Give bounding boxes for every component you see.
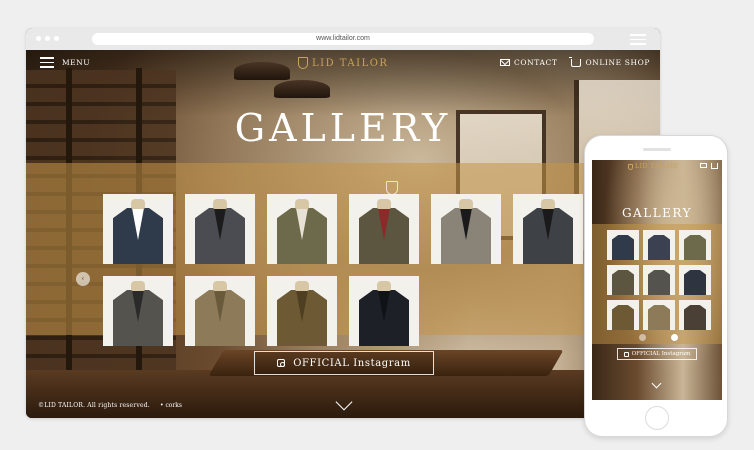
phone-nav: LID TAILOR <box>592 160 722 174</box>
browser-chrome: www.lidtailor.com <box>26 28 660 50</box>
pendant-lamp <box>274 80 330 98</box>
phone-instagram-button[interactable]: OFFICIAL Instagram <box>617 348 697 360</box>
gallery-thumbnail[interactable] <box>103 194 173 264</box>
window-dot-icon <box>54 36 59 41</box>
phone-prev-dot-icon[interactable] <box>639 334 646 341</box>
jacket-shape <box>684 270 706 295</box>
mannequin-head <box>541 199 555 209</box>
window-dots <box>36 36 59 41</box>
phone-logo[interactable]: LID TAILOR <box>628 163 678 170</box>
menu-button[interactable]: MENU <box>40 57 90 68</box>
phone-gallery-thumbnail[interactable] <box>643 265 675 295</box>
mannequin-head <box>213 199 227 209</box>
phone-logo-text: LID TAILOR <box>635 163 678 170</box>
copyright-text: ©LID TAILOR. All rights reserved. <box>38 402 150 409</box>
phone-screen: LID TAILOR GALLERY OFFICIAL Instagram <box>592 160 722 400</box>
gallery-thumbnail[interactable] <box>267 276 337 346</box>
mail-icon <box>500 59 511 66</box>
site-logo[interactable]: LID TAILOR <box>298 57 388 69</box>
shield-watermark-icon <box>386 181 398 195</box>
contact-link[interactable]: CONTACT <box>500 58 557 67</box>
top-nav: MENU LID TAILOR CONTACT ONLINE SHOP <box>26 50 660 78</box>
mannequin-head <box>295 281 309 291</box>
hamburger-icon <box>40 57 54 68</box>
jacket-shape <box>684 235 706 260</box>
page-viewport: MENU LID TAILOR CONTACT ONLINE SHOP GALL… <box>26 50 660 418</box>
jacket-shape <box>684 305 706 330</box>
menu-label: MENU <box>62 57 91 67</box>
contact-label: CONTACT <box>514 58 558 67</box>
gallery-grid <box>103 194 583 346</box>
mannequin-head <box>131 281 145 291</box>
logo-text: LID TAILOR <box>312 57 389 69</box>
shield-logo-icon <box>298 57 308 69</box>
phone-gallery-thumbnail[interactable] <box>607 230 639 260</box>
gallery-prev-arrow-icon[interactable]: ‹ <box>76 272 90 286</box>
phone-gallery-thumbnail[interactable] <box>679 230 711 260</box>
phone-page-title: GALLERY <box>621 206 693 220</box>
phone-gallery-thumbnail[interactable] <box>679 300 711 330</box>
phone-home-button[interactable] <box>645 406 669 430</box>
mannequin-head <box>213 281 227 291</box>
browser-menu-icon[interactable] <box>630 34 646 48</box>
instagram-icon <box>623 351 629 357</box>
cart-icon <box>569 56 582 67</box>
scroll-down-chevron-icon[interactable] <box>651 378 662 389</box>
phone-nav-icons <box>700 163 718 169</box>
gallery-thumbnail[interactable] <box>185 194 255 264</box>
gallery-thumbnail[interactable] <box>185 276 255 346</box>
gallery-thumbnail[interactable] <box>103 276 173 346</box>
jacket-shape <box>648 235 670 260</box>
phone-next-dot-icon[interactable] <box>671 334 678 341</box>
mannequin-head <box>377 281 391 291</box>
gallery-thumbnail[interactable] <box>349 276 419 346</box>
jacket-shape <box>612 270 634 295</box>
desktop-browser-mockup: www.lidtailor.com MENU LID TAILOR CONTAC… <box>26 28 660 418</box>
phone-gallery-thumbnail[interactable] <box>679 265 711 295</box>
phone-gallery-grid <box>607 230 711 330</box>
window-dot-icon <box>45 36 50 41</box>
jacket-shape <box>612 305 634 330</box>
address-bar[interactable]: www.lidtailor.com <box>92 33 594 45</box>
mannequin-head <box>377 199 391 209</box>
jacket-shape <box>648 270 670 295</box>
phone-gallery-thumbnail[interactable] <box>607 265 639 295</box>
page-title: GALLERY <box>234 106 452 150</box>
jacket-shape <box>612 235 634 260</box>
mannequin-head <box>295 199 309 209</box>
credit-text: • corks <box>160 402 183 409</box>
instagram-button[interactable]: OFFICIAL Instagram <box>254 351 434 375</box>
online-shop-link[interactable]: ONLINE SHOP <box>569 56 650 67</box>
phone-instagram-label: OFFICIAL Instagram <box>631 351 691 357</box>
gallery-thumbnail[interactable] <box>349 194 419 264</box>
mannequin-head <box>131 199 145 209</box>
mail-icon[interactable] <box>700 163 707 168</box>
instagram-icon <box>277 359 286 367</box>
phone-speaker <box>643 148 671 151</box>
phone-gallery-thumbnail[interactable] <box>643 300 675 330</box>
gallery-thumbnail[interactable] <box>267 194 337 264</box>
phone-gallery-thumbnail[interactable] <box>607 300 639 330</box>
gallery-thumbnail[interactable] <box>513 194 583 264</box>
phone-mockup: LID TAILOR GALLERY OFFICIAL Instagram <box>584 135 728 437</box>
window-dot-icon <box>36 36 41 41</box>
cart-icon[interactable] <box>711 163 718 169</box>
jacket-shape <box>648 305 670 330</box>
mannequin-head <box>459 199 473 209</box>
shield-logo-icon <box>628 163 633 170</box>
gallery-thumbnail[interactable] <box>431 194 501 264</box>
nav-links: CONTACT ONLINE SHOP <box>500 56 650 67</box>
instagram-label: OFFICIAL Instagram <box>293 357 411 369</box>
online-shop-label: ONLINE SHOP <box>585 58 650 67</box>
phone-gallery-thumbnail[interactable] <box>643 230 675 260</box>
